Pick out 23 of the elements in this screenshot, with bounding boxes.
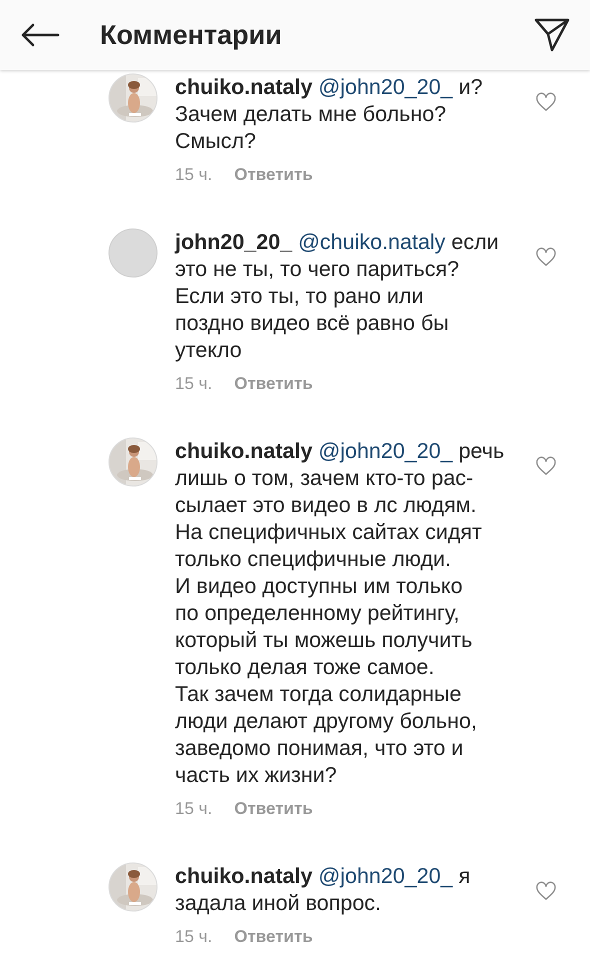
comment-text: chuiko.nataly @john20_20_ я задала иной вопрос. (175, 863, 472, 917)
comment-time: 15 ч. (175, 373, 212, 395)
back-arrow-icon[interactable] (20, 23, 60, 47)
mention-link[interactable]: @john20_20_ (318, 439, 453, 463)
heart-icon[interactable] (535, 456, 557, 476)
heart-icon[interactable] (535, 247, 557, 267)
username-link[interactable]: chuiko.nataly (175, 864, 312, 888)
comment-text: chuiko.nataly @john20_20_ и? Зачем делать мне больно? Смысл? (175, 74, 484, 155)
paper-plane-icon[interactable] (534, 17, 570, 53)
comment-time: 15 ч. (175, 798, 212, 820)
username-link[interactable]: chuiko.nataly (175, 439, 312, 463)
comment-text: john20_20_ @chuiko.nataly если это не ты, то чего париться? Если это ты, то рано или поздно видео всё равно бы утекло (175, 229, 500, 364)
username-link[interactable]: john20_20_ (175, 230, 292, 254)
mention-link[interactable]: @john20_20_ (318, 864, 453, 888)
mention-link[interactable]: @john20_20_ (318, 75, 453, 99)
heart-icon[interactable] (535, 881, 557, 901)
username-link[interactable]: chuiko.nataly (175, 75, 312, 99)
page-title: Комментарии (100, 20, 283, 50)
comment-time: 15 ч. (175, 926, 212, 948)
comment-text: chuiko.nataly @john20_20_ речь лишь о том, зачем кто-то рас- сылает это видео в лс людям. На специфичных сайтах сидят только специфичные люди. И видео доступны им только по определенному рейтингу, который ты можешь получить только делая тоже самое. Так зачем тогда солидарные люди делают другому больно, заведомо понимая, что это и часть их жизни? (175, 438, 506, 789)
heart-icon[interactable] (535, 92, 557, 112)
mention-link[interactable]: @chuiko.nataly (298, 230, 446, 254)
comment-time: 15 ч. (175, 164, 212, 186)
